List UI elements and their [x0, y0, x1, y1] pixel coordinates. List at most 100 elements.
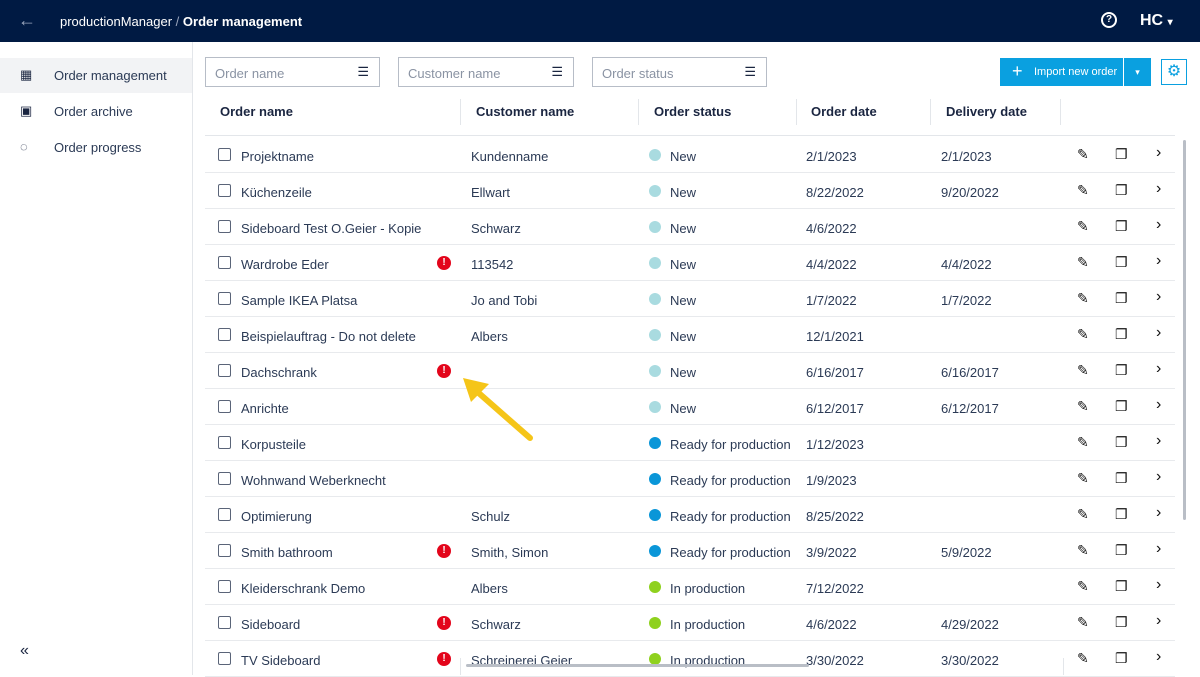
row-checkbox[interactable] — [218, 544, 231, 557]
copy-icon[interactable]: ❐ — [1115, 650, 1128, 667]
edit-icon[interactable]: ✎ — [1077, 506, 1089, 523]
column-header-delivery-date[interactable]: Delivery date — [946, 104, 1027, 119]
chevron-right-icon[interactable]: › — [1156, 468, 1161, 486]
chevron-right-icon[interactable]: › — [1156, 504, 1161, 522]
column-header-order-date[interactable]: Order date — [811, 104, 877, 119]
chevron-right-icon[interactable]: › — [1156, 648, 1161, 666]
table-row[interactable]: Wohnwand Weberknecht Ready for productio… — [205, 461, 1175, 497]
filter-icon[interactable]: ☰ — [357, 64, 369, 80]
edit-icon[interactable]: ✎ — [1077, 218, 1089, 235]
chevron-right-icon[interactable]: › — [1156, 324, 1161, 342]
order-name-filter[interactable]: Order name ☰ — [205, 57, 380, 87]
column-header-order-name[interactable]: Order name — [220, 104, 293, 119]
table-row[interactable]: Beispielauftrag - Do not delete Albers N… — [205, 317, 1175, 353]
row-checkbox[interactable] — [218, 580, 231, 593]
copy-icon[interactable]: ❐ — [1115, 578, 1128, 595]
row-checkbox[interactable] — [218, 220, 231, 233]
table-row[interactable]: Kleiderschrank Demo Albers In production… — [205, 569, 1175, 605]
edit-icon[interactable]: ✎ — [1077, 398, 1089, 415]
copy-icon[interactable]: ❐ — [1115, 218, 1128, 235]
copy-icon[interactable]: ❐ — [1115, 506, 1128, 523]
chevron-right-icon[interactable]: › — [1156, 576, 1161, 594]
sidebar-item-order-progress[interactable]: ◌ Order progress — [0, 130, 192, 165]
column-header-customer-name[interactable]: Customer name — [476, 104, 574, 119]
order-name: Wohnwand Weberknecht — [241, 473, 386, 488]
edit-icon[interactable]: ✎ — [1077, 326, 1089, 343]
row-checkbox[interactable] — [218, 508, 231, 521]
filter-icon[interactable]: ☰ — [744, 64, 756, 80]
copy-icon[interactable]: ❐ — [1115, 146, 1128, 163]
chevron-right-icon[interactable]: › — [1156, 144, 1161, 162]
row-checkbox[interactable] — [218, 256, 231, 269]
copy-icon[interactable]: ❐ — [1115, 470, 1128, 487]
help-circle-icon[interactable]: ? — [1101, 12, 1117, 28]
copy-icon[interactable]: ❐ — [1115, 254, 1128, 271]
row-checkbox[interactable] — [218, 328, 231, 341]
horizontal-scrollbar[interactable] — [466, 664, 809, 667]
column-header-order-status[interactable]: Order status — [654, 104, 731, 119]
copy-icon[interactable]: ❐ — [1115, 182, 1128, 199]
chevron-right-icon[interactable]: › — [1156, 540, 1161, 558]
table-row[interactable]: Sideboard Test O.Geier - Kopie Schwarz N… — [205, 209, 1175, 245]
chevron-right-icon[interactable]: › — [1156, 288, 1161, 306]
edit-icon[interactable]: ✎ — [1077, 182, 1089, 199]
chevron-right-icon[interactable]: › — [1156, 432, 1161, 450]
import-new-order-button[interactable]: + Import new order — [1000, 58, 1123, 86]
table-row[interactable]: Projektname Kundenname New 2/1/2023 2/1/… — [205, 137, 1175, 173]
chevron-right-icon[interactable]: › — [1156, 180, 1161, 198]
edit-icon[interactable]: ✎ — [1077, 542, 1089, 559]
copy-icon[interactable]: ❐ — [1115, 290, 1128, 307]
import-dropdown-button[interactable]: ▾ — [1124, 58, 1151, 86]
copy-icon[interactable]: ❐ — [1115, 542, 1128, 559]
copy-icon[interactable]: ❐ — [1115, 614, 1128, 631]
chevron-right-icon[interactable]: › — [1156, 396, 1161, 414]
edit-icon[interactable]: ✎ — [1077, 578, 1089, 595]
table-row[interactable]: Anrichte New 6/12/2017 6/12/2017 ✎ ❐ › — [205, 389, 1175, 425]
copy-icon[interactable]: ❐ — [1115, 362, 1128, 379]
row-checkbox[interactable] — [218, 292, 231, 305]
sidebar-item-order-archive[interactable]: ▣ Order archive — [0, 94, 192, 129]
arrow-left-icon[interactable]: ← — [18, 10, 36, 31]
table-row[interactable]: Korpusteile Ready for production 1/12/20… — [205, 425, 1175, 461]
table-row[interactable]: Dachschrank ! New 6/16/2017 6/16/2017 ✎ … — [205, 353, 1175, 389]
table-row[interactable]: Wardrobe Eder ! 113542 New 4/4/2022 4/4/… — [205, 245, 1175, 281]
edit-icon[interactable]: ✎ — [1077, 650, 1089, 667]
gear-icon[interactable]: ⚙ — [1161, 59, 1187, 85]
row-checkbox[interactable] — [218, 184, 231, 197]
table-row[interactable]: Smith bathroom ! Smith, Simon Ready for … — [205, 533, 1175, 569]
collapse-sidebar-icon[interactable]: « — [20, 642, 29, 660]
copy-icon[interactable]: ❐ — [1115, 434, 1128, 451]
row-checkbox[interactable] — [218, 400, 231, 413]
table-row[interactable]: Küchenzeile Ellwart New 8/22/2022 9/20/2… — [205, 173, 1175, 209]
row-checkbox[interactable] — [218, 436, 231, 449]
copy-icon[interactable]: ❐ — [1115, 398, 1128, 415]
row-checkbox[interactable] — [218, 472, 231, 485]
account-menu[interactable]: HC ▾ — [1140, 12, 1173, 30]
edit-icon[interactable]: ✎ — [1077, 362, 1089, 379]
edit-icon[interactable]: ✎ — [1077, 614, 1089, 631]
table-row[interactable]: Sample IKEA Platsa Jo and Tobi New 1/7/2… — [205, 281, 1175, 317]
customer-name-filter[interactable]: Customer name ☰ — [398, 57, 574, 87]
breadcrumb-app[interactable]: productionManager — [60, 14, 172, 29]
table-row[interactable]: Optimierung Schulz Ready for production … — [205, 497, 1175, 533]
table-row[interactable]: TV Sideboard ! Schreinerei Geier In prod… — [205, 641, 1175, 677]
order-status-filter[interactable]: Order status ☰ — [592, 57, 767, 87]
chevron-right-icon[interactable]: › — [1156, 252, 1161, 270]
vertical-scrollbar[interactable] — [1183, 140, 1186, 520]
chevron-right-icon[interactable]: › — [1156, 360, 1161, 378]
chevron-right-icon[interactable]: › — [1156, 612, 1161, 630]
row-checkbox[interactable] — [218, 148, 231, 161]
sidebar-item-order-management[interactable]: ▦ Order management — [0, 58, 192, 93]
table-row[interactable]: Sideboard ! Schwarz In production 4/6/20… — [205, 605, 1175, 641]
chevron-right-icon[interactable]: › — [1156, 216, 1161, 234]
edit-icon[interactable]: ✎ — [1077, 470, 1089, 487]
edit-icon[interactable]: ✎ — [1077, 434, 1089, 451]
copy-icon[interactable]: ❐ — [1115, 326, 1128, 343]
edit-icon[interactable]: ✎ — [1077, 254, 1089, 271]
filter-icon[interactable]: ☰ — [551, 64, 563, 80]
edit-icon[interactable]: ✎ — [1077, 146, 1089, 163]
row-checkbox[interactable] — [218, 364, 231, 377]
edit-icon[interactable]: ✎ — [1077, 290, 1089, 307]
row-checkbox[interactable] — [218, 616, 231, 629]
row-checkbox[interactable] — [218, 652, 231, 665]
